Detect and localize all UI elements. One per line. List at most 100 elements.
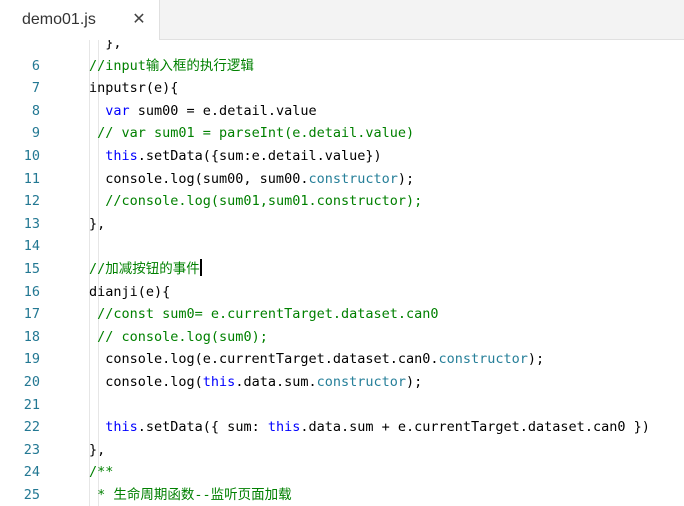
code-token: }, [89, 215, 106, 232]
line-number: 17 [23, 306, 40, 323]
line-number: 7 [31, 80, 40, 97]
line-number: 18 [23, 328, 40, 345]
code-token: //const sum0= e.currentTarget.dataset.ca… [97, 306, 439, 323]
code-token: .data.sum + e.currentTarget.dataset.can0… [300, 419, 650, 436]
line-number: 12 [23, 193, 40, 210]
code-line[interactable]: 12 //console.log(sum01,sum01.constructor… [0, 190, 684, 213]
code-line[interactable]: 9 // var sum01 = parseInt(e.detail.value… [0, 122, 684, 145]
text-cursor [199, 259, 202, 276]
code-text: console.log(sum00, sum00.constructor); [89, 168, 414, 191]
code-token: console.log(sum00, sum00. [89, 170, 309, 187]
code-line[interactable]: 13}, [0, 213, 684, 236]
code-text: var sum00 = e.detail.value [89, 100, 317, 123]
close-icon[interactable]: ✕ [130, 10, 148, 28]
code-token: //加减按钮的事件 [89, 261, 200, 277]
line-number: 16 [23, 283, 40, 300]
code-text: }, [89, 40, 122, 55]
code-token: * 生命周期函数--监听页面加载 [89, 487, 292, 503]
code-line[interactable]: 11 console.log(sum00, sum00.constructor)… [0, 168, 684, 191]
code-token: console.log(e.currentTarget.dataset.can0… [89, 351, 439, 368]
code-text: //input输入框的执行逻辑 [89, 55, 254, 78]
code-line[interactable]: 6 //input输入框的执行逻辑 [0, 55, 684, 78]
code-text: this.setData({sum:e.detail.value}) [89, 145, 382, 168]
code-token: /** [89, 464, 114, 481]
code-line[interactable]: 20 console.log(this.data.sum.constructor… [0, 371, 684, 394]
code-line[interactable]: 25 * 生命周期函数--监听页面加载 [0, 484, 684, 506]
code-token: this [202, 374, 236, 390]
code-line[interactable]: 22 this.setData({ sum: this.data.sum + e… [0, 416, 684, 439]
code-token: ); [527, 351, 545, 368]
code-token: // console.log(sum0); [97, 328, 268, 345]
code-token: constructor [316, 374, 406, 390]
code-line[interactable]: 14 [0, 235, 684, 258]
code-text: inputsr(e){ [89, 77, 178, 100]
line-number: 13 [23, 215, 40, 232]
tab-title: demo01.js [22, 11, 96, 28]
code-token: ); [397, 170, 415, 187]
code-token: // var sum01 = parseInt(e.detail.value) [97, 125, 415, 142]
code-token: }, [89, 40, 122, 51]
editor-tab-bar: demo01.js ✕ [0, 0, 684, 40]
code-text: console.log(this.data.sum.constructor); [89, 371, 422, 394]
line-number: 15 [23, 261, 40, 277]
code-token: inputsr(e){ [89, 80, 179, 97]
code-text: * 生命周期函数--监听页面加载 [89, 484, 292, 506]
code-token: //input输入框的执行逻辑 [89, 57, 254, 74]
code-token: sum00 = e.detail.value [129, 102, 317, 119]
line-number: 21 [23, 396, 40, 413]
code-token: }, [89, 441, 106, 458]
code-text: // var sum01 = parseInt(e.detail.value) [89, 122, 414, 145]
line-number: 8 [31, 102, 40, 119]
line-number: 23 [23, 441, 40, 458]
code-token: var [105, 102, 130, 119]
code-token: constructor [438, 351, 528, 368]
code-text: /** [89, 461, 113, 484]
code-token: .setData({ sum: [137, 419, 268, 436]
code-line[interactable]: 10 this.setData({sum:e.detail.value}) [0, 145, 684, 168]
code-text: dianji(e){ [89, 281, 170, 304]
code-line[interactable]: 18 // console.log(sum0); [0, 326, 684, 349]
tab-demo01-js[interactable]: demo01.js ✕ [0, 0, 160, 40]
code-token: .setData({sum:e.detail.value}) [137, 148, 382, 164]
code-text: this.setData({ sum: this.data.sum + e.cu… [89, 416, 650, 439]
line-number: 24 [23, 464, 40, 481]
code-line[interactable]: 19 console.log(e.currentTarget.dataset.c… [0, 348, 684, 371]
code-token: this [105, 148, 138, 164]
code-text: }, [89, 213, 105, 236]
code-text: //加减按钮的事件 [89, 258, 202, 281]
line-number: 9 [31, 125, 40, 142]
line-number: 6 [31, 57, 40, 74]
code-line[interactable]: 21 [0, 394, 684, 417]
code-line[interactable]: 8 var sum00 = e.detail.value [0, 100, 684, 123]
line-number: 22 [23, 419, 40, 436]
code-token: ); [406, 374, 423, 390]
code-token: dianji(e){ [89, 283, 171, 300]
code-text: //console.log(sum01,sum01.constructor); [89, 190, 422, 213]
code-line[interactable]: 17 //const sum0= e.currentTarget.dataset… [0, 303, 684, 326]
code-token: console.log( [89, 374, 203, 390]
code-token: this [105, 419, 138, 436]
code-text: console.log(e.currentTarget.dataset.can0… [89, 348, 544, 371]
code-line[interactable]: 24 /** [0, 461, 684, 484]
code-text: //const sum0= e.currentTarget.dataset.ca… [89, 303, 439, 326]
code-line[interactable]: 23}, [0, 439, 684, 462]
line-number: 19 [23, 351, 40, 368]
line-number: 20 [23, 374, 40, 390]
code-line[interactable]: 16 dianji(e){ [0, 281, 684, 304]
code-line[interactable]: 7 inputsr(e){ [0, 77, 684, 100]
code-text: }, [89, 439, 105, 462]
code-line[interactable]: 15 //加减按钮的事件 [0, 258, 684, 281]
code-line[interactable]: }, [0, 40, 684, 55]
line-number: 11 [23, 170, 40, 187]
code-token: //console.log(sum01,sum01.constructor); [105, 193, 423, 210]
code-editor[interactable]: }, 6 //input输入框的执行逻辑 7 inputsr(e){ 8 var sum0… [0, 40, 684, 506]
line-number: 14 [23, 238, 40, 255]
code-token: this [267, 419, 301, 436]
line-number: 10 [23, 148, 40, 164]
